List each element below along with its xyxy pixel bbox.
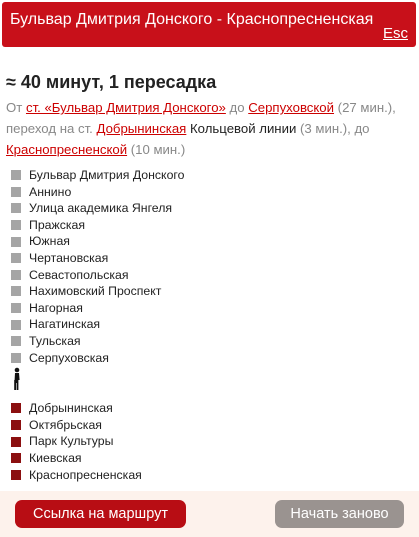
- station-item: Нагатинская: [11, 316, 311, 333]
- station-item: Серпуховская: [11, 350, 311, 367]
- walking-person-icon: [11, 367, 23, 391]
- station-name: Краснопресненская: [29, 467, 142, 482]
- line-color-marker: [11, 419, 21, 430]
- line-color-marker: [11, 319, 21, 330]
- line-color-marker: [11, 186, 21, 197]
- line-name: Кольцевой линии: [186, 121, 297, 136]
- station-item: Бульвар Дмитрия Донского: [11, 167, 311, 184]
- line-color-marker: [11, 219, 21, 230]
- line-color-marker: [11, 203, 21, 214]
- station-name: Киевская: [29, 450, 82, 465]
- station-item: Улица академика Янгеля: [11, 200, 311, 217]
- line-color-marker: [11, 286, 21, 297]
- line-color-marker: [11, 269, 21, 280]
- esc-close-link[interactable]: Esc: [383, 25, 408, 42]
- station-item: Краснопресненская: [11, 467, 311, 484]
- station-name: Нагорная: [29, 300, 83, 315]
- line-color-marker: [11, 436, 21, 447]
- station-item: Нагорная: [11, 300, 311, 317]
- station-name: Серпуховская: [29, 350, 109, 365]
- station-name: Тульская: [29, 333, 81, 348]
- transfer-from-station-link[interactable]: Серпуховской: [248, 100, 334, 115]
- station-name: Южная: [29, 234, 70, 249]
- station-name: Севастопольская: [29, 267, 129, 282]
- station-item: Киевская: [11, 450, 311, 467]
- station-name: Аннино: [29, 184, 72, 199]
- station-item: Добрынинская: [11, 400, 311, 417]
- end-station-link[interactable]: Краснопресненской: [6, 142, 127, 157]
- route-link-button[interactable]: Ссылка на маршрут: [15, 500, 186, 528]
- station-item: Севастопольская: [11, 267, 311, 284]
- transfer-gap: [11, 366, 311, 400]
- station-list: Бульвар Дмитрия Донского Аннино Улица акад…: [11, 167, 311, 483]
- line-color-marker: [11, 453, 21, 464]
- station-name: Нагатинская: [29, 317, 101, 332]
- line-color-marker: [11, 253, 21, 264]
- line-color-marker: [11, 469, 21, 480]
- line-color-marker: [11, 352, 21, 363]
- line-color-marker: [11, 302, 21, 313]
- route-header: Бульвар Дмитрия Донского - Краснопреснен…: [2, 2, 416, 47]
- line-color-marker: [11, 170, 21, 181]
- route-title: Бульвар Дмитрия Донского - Краснопреснен…: [10, 11, 374, 28]
- route-description: От ст. «Бульвар Дмитрия Донского» до Сер…: [6, 97, 411, 160]
- station-item: Чертановская: [11, 250, 311, 267]
- line-color-marker: [11, 236, 21, 247]
- station-item: Тульская: [11, 333, 311, 350]
- desc-text: От: [6, 100, 26, 115]
- line-color-marker: [11, 403, 21, 414]
- start-over-button[interactable]: Начать заново: [275, 500, 404, 528]
- station-item: Аннино: [11, 184, 311, 201]
- station-item: Южная: [11, 233, 311, 250]
- station-name: Парк Культуры: [29, 434, 114, 449]
- start-station-link[interactable]: ст. «Бульвар Дмитрия Донского»: [26, 100, 226, 115]
- station-name: Чертановская: [29, 250, 109, 265]
- station-name: Нахимовский Проспект: [29, 284, 162, 299]
- station-name: Октябрьская: [29, 417, 102, 432]
- station-name: Улица академика Янгеля: [29, 201, 173, 216]
- route-summary: ≈ 40 минут, 1 пересадка: [6, 72, 217, 92]
- station-name: Пражская: [29, 217, 86, 232]
- station-item: Парк Культуры: [11, 433, 311, 450]
- footer-bar: Ссылка на маршрут Начать заново: [0, 491, 419, 537]
- desc-text: до: [225, 100, 249, 115]
- station-name: Добрынинская: [29, 401, 113, 416]
- station-item: Пражская: [11, 217, 311, 234]
- line-color-marker: [11, 336, 21, 347]
- desc-text: (10 мин.): [127, 142, 186, 157]
- desc-text: (3 мин.), до: [296, 121, 370, 136]
- station-item: Нахимовский Проспект: [11, 283, 311, 300]
- transfer-to-station-link[interactable]: Добрынинская: [96, 121, 186, 136]
- station-name: Бульвар Дмитрия Донского: [29, 168, 185, 182]
- station-item: Октябрьская: [11, 417, 311, 434]
